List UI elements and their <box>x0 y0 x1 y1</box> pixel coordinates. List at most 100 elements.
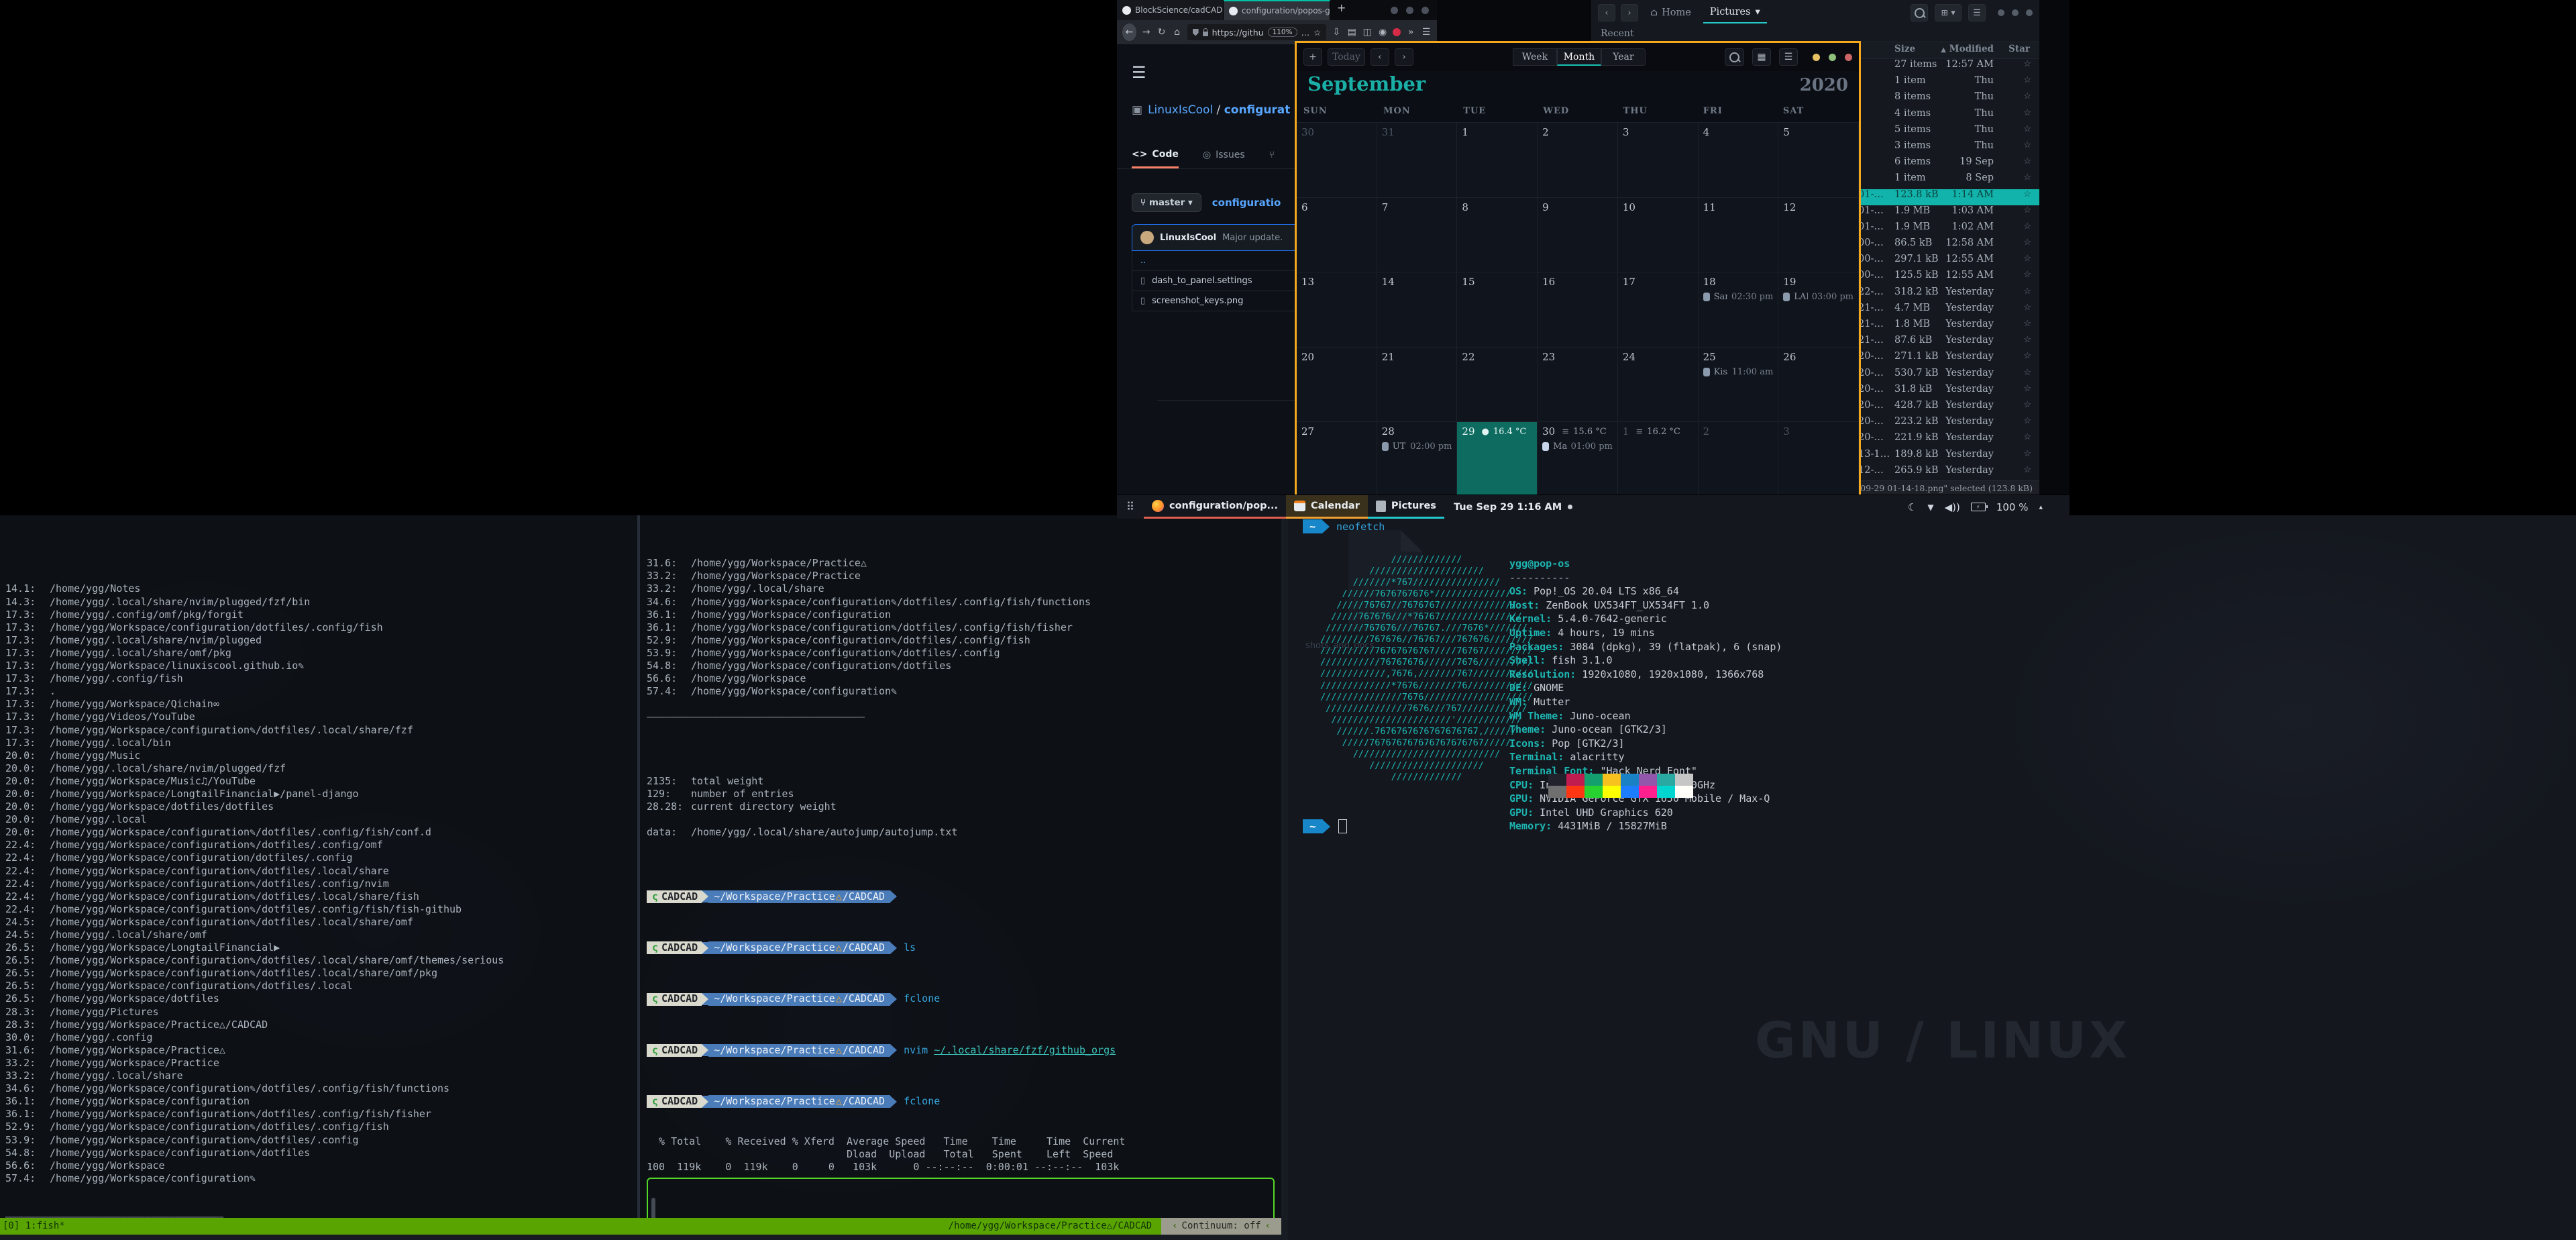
star-icon[interactable]: ☆ <box>2023 238 2031 248</box>
menu-button[interactable]: ☰ <box>1779 48 1798 66</box>
taskbar-item-firefox[interactable]: configuration/pop... <box>1144 495 1286 519</box>
calendar-day-cell[interactable]: 23 <box>1538 348 1618 423</box>
fzf-popup[interactable]: BlockScience/InterchainFoundationBlockSc… <box>647 1178 1275 1218</box>
url-text[interactable]: https://githu <box>1212 28 1264 38</box>
browser-tab-2-active[interactable]: configuration/popos-gnom✕ <box>1224 0 1330 20</box>
forward-button[interactable]: → <box>1141 27 1152 38</box>
sidebar-icon[interactable]: ◫ <box>1362 27 1373 38</box>
star-icon[interactable]: ☆ <box>2023 140 2031 150</box>
back-button[interactable]: ‹ <box>1598 4 1615 21</box>
library-icon[interactable]: ▤ <box>1346 27 1357 38</box>
calendar-day-cell[interactable]: 9 <box>1538 198 1618 273</box>
downloads-icon[interactable]: ⇩ <box>1331 27 1342 38</box>
star-icon[interactable]: ☆ <box>2023 205 2031 215</box>
view-option[interactable]: Week <box>1513 48 1557 66</box>
tab-pull-requests[interactable]: ⑂ <box>1269 142 1275 168</box>
volume-icon[interactable]: ◀)) <box>1945 501 1960 513</box>
account-icon[interactable]: ◉ <box>1377 27 1388 38</box>
calendar-day-cell[interactable]: 3 <box>1778 422 1859 497</box>
menu-icon[interactable]: ☰ <box>1421 27 1432 38</box>
star-icon[interactable]: ☆ <box>2023 108 2031 118</box>
view-option[interactable]: Year <box>1601 48 1646 66</box>
calendar-day-cell[interactable]: 2 <box>1538 123 1618 198</box>
calendar-event[interactable]: UTri...02:00 pm <box>1382 442 1452 452</box>
repo-owner-link[interactable]: LinuxIsCool <box>1148 103 1213 117</box>
bookmark-star-icon[interactable]: ☆ <box>1313 28 1321 38</box>
star-icon[interactable]: ☆ <box>2023 432 2031 442</box>
star-icon[interactable]: ☆ <box>2023 59 2031 69</box>
system-tray[interactable]: ☾ ▼ ◀)) ⚡ 100 % ▴ <box>1908 495 2070 519</box>
sidebar-item-recent[interactable]: Recent <box>1591 28 2039 42</box>
clock[interactable]: Tue Sep 29 1:16 AM <box>1454 495 1572 519</box>
star-icon[interactable]: ☆ <box>2023 156 2031 166</box>
taskbar-item-pictures[interactable]: Pictures <box>1368 495 1444 519</box>
calendar-event[interactable]: Mari...01:00 pm <box>1542 442 1613 452</box>
calendar-day-cell[interactable]: 8 <box>1457 198 1538 273</box>
tmux-session-window[interactable]: [0] 1:fish* <box>0 1218 949 1235</box>
calendar-day-cell[interactable]: 24 <box>1618 348 1699 423</box>
calendar-day-cell[interactable]: 13 <box>1297 272 1377 348</box>
calendar-day-cell[interactable]: 2 <box>1699 422 1779 497</box>
star-icon[interactable]: ☆ <box>2023 465 2031 475</box>
star-icon[interactable]: ☆ <box>2023 75 2031 85</box>
star-icon[interactable]: ☆ <box>2023 189 2031 199</box>
overflow-icon[interactable]: » <box>1405 27 1416 38</box>
calendar-day-cell[interactable]: 15 <box>1457 272 1538 348</box>
back-button[interactable]: ← <box>1122 23 1136 41</box>
shell-prompt-empty[interactable]: ~ <box>1303 819 1347 833</box>
calendar-day-cell[interactable]: 3 <box>1618 123 1699 198</box>
window-controls[interactable] <box>1813 54 1852 61</box>
calendar-day-cell[interactable]: 1 <box>1457 123 1538 198</box>
terminal-pane-left[interactable]: 14.1:/home/ygg/Notes14.3:/home/ygg/.loca… <box>0 515 637 1218</box>
commit-message[interactable]: Major update. <box>1222 233 1283 243</box>
tab-issues[interactable]: ◎Issues <box>1203 142 1245 168</box>
calendar-event[interactable]: Sam...02:30 pm <box>1703 292 1774 302</box>
calendar-day-cell[interactable]: 11 <box>1699 198 1779 273</box>
avatar[interactable] <box>1140 231 1154 244</box>
zoom-indicator[interactable]: 110% <box>1268 28 1297 37</box>
calendar-day-cell[interactable]: 12 <box>1778 198 1859 273</box>
star-icon[interactable]: ☆ <box>2023 91 2031 101</box>
star-icon[interactable]: ☆ <box>2023 287 2031 297</box>
calendar-day-cell[interactable]: 14 <box>1377 272 1458 348</box>
star-icon[interactable]: ☆ <box>2023 221 2031 231</box>
repo-name-link[interactable]: configurat <box>1224 103 1291 117</box>
calendar-day-cell[interactable]: 30 <box>1297 123 1377 198</box>
menu-button[interactable]: ☰ <box>1968 4 1986 21</box>
star-icon[interactable]: ☆ <box>2023 335 2031 345</box>
star-icon[interactable]: ☆ <box>2023 449 2031 459</box>
search-button[interactable] <box>1911 4 1928 21</box>
home-button[interactable]: ⌂ <box>1172 27 1183 38</box>
calendar-day-cell[interactable]: 1 ≡16.2 °C <box>1618 422 1699 497</box>
breadcrumb-pictures[interactable]: Pictures▾ <box>1703 2 1767 23</box>
star-icon[interactable]: ☆ <box>2023 351 2031 361</box>
tmux-status-bar[interactable]: [0] 1:fish* /home/ygg/Workspace/Practice… <box>0 1218 1281 1235</box>
do-not-disturb-icon[interactable]: ☾ <box>1908 501 1917 513</box>
calendar-day-cell[interactable]: 31 <box>1377 123 1458 198</box>
calendar-event[interactable]: Kiss ...11:00 am <box>1703 367 1774 377</box>
calendar-day-cell[interactable]: 22 <box>1457 348 1538 423</box>
next-month-button[interactable]: › <box>1395 48 1413 66</box>
browser-tab-1[interactable]: BlockScience/cadCAD-Od✕ <box>1117 0 1224 20</box>
add-event-button[interactable]: + <box>1303 48 1322 66</box>
page-actions-icon[interactable]: … <box>1301 28 1310 38</box>
window-controls[interactable] <box>1391 0 1437 20</box>
calendar-day-cell[interactable]: 29 ●16.4 °C <box>1457 422 1538 497</box>
taskbar-item-calendar[interactable]: Calendar <box>1286 495 1368 519</box>
column-modified[interactable]: ▲ Modified <box>1941 44 1994 54</box>
branch-selector[interactable]: ⑂ master ▾ <box>1132 193 1201 212</box>
calendar-day-cell[interactable]: 7 <box>1377 198 1458 273</box>
fzf-scrollbar[interactable] <box>651 1198 655 1218</box>
calendar-event[interactable]: LAD...03:00 pm <box>1783 292 1854 302</box>
star-icon[interactable]: ☆ <box>2023 270 2031 280</box>
star-icon[interactable]: ☆ <box>2023 124 2031 134</box>
mini-calendar-button[interactable]: ▦ <box>1752 48 1771 66</box>
calendar-day-cell[interactable]: 19 LAD...03:00 pm <box>1778 272 1859 348</box>
calendar-day-cell[interactable]: 26 <box>1778 348 1859 423</box>
calendar-day-cell[interactable]: 25 Kiss ...11:00 am <box>1699 348 1779 423</box>
tab-code[interactable]: <>Code <box>1132 142 1179 168</box>
calendar-day-cell[interactable]: 20 <box>1297 348 1377 423</box>
breadcrumb-home[interactable]: ⌂Home <box>1644 3 1698 23</box>
commit-author[interactable]: LinuxIsCool <box>1160 233 1216 243</box>
star-icon[interactable]: ☆ <box>2023 400 2031 410</box>
